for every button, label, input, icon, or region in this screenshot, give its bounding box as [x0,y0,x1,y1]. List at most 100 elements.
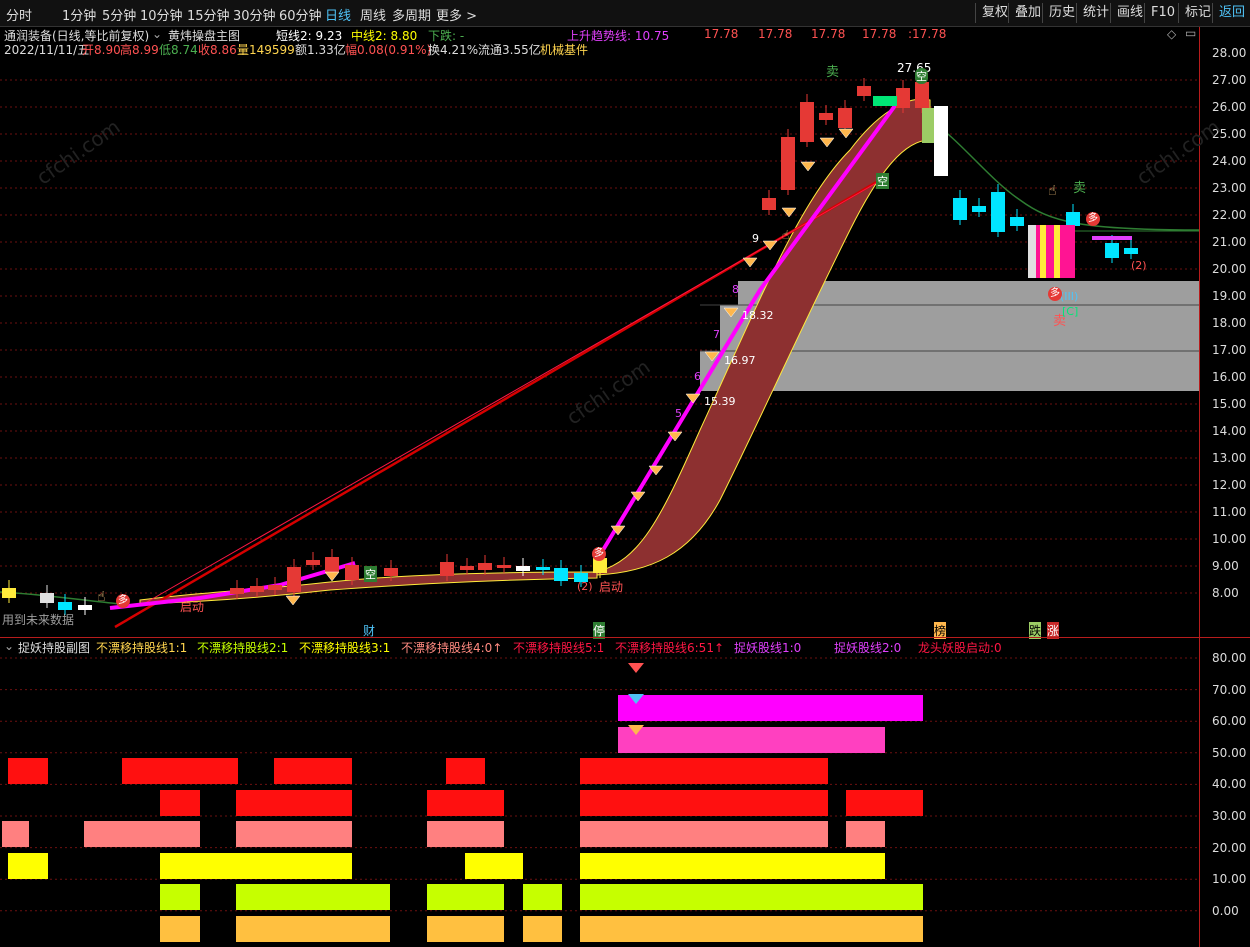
diamond-icon[interactable]: ◇ [1167,27,1176,41]
tab-multi-period[interactable]: 多周期 [392,5,431,24]
sub-axis-tick-label: 10.00 [1212,872,1247,887]
holding-bar [427,790,504,816]
price-tick-label: 18.00 [1212,316,1247,330]
price-tick-label: 12.00 [1212,478,1247,492]
holding-bar [236,821,352,847]
wave-label-2b: (2) [1131,259,1147,272]
sub-axis-tick-label: 80.00 [1212,651,1247,665]
sub-axis-tick-label: 50.00 [1212,745,1247,760]
sub-line-legend-6: 不漂移持股线6:51↑ [615,641,725,655]
holding-bar [84,821,200,847]
holding-bar [160,853,352,879]
wave-label-3: (III) [1060,290,1079,303]
holding-bar [274,758,352,784]
holding-bar [2,821,29,847]
holding-bar [160,790,200,816]
holding-bar [580,758,828,784]
holding-bar [846,821,885,847]
sub-axis-tick-label: 60.00 [1212,714,1247,729]
start-label-2: 启动 [599,580,624,594]
hand-pointer-icon: ☝ [1048,183,1057,199]
price-tick-label: 22.00 [1212,208,1247,222]
pane-divider[interactable] [0,637,1250,638]
long-signal-icon: 多 [1048,287,1062,301]
holding-bar [236,790,352,816]
indicator-dropdown-icon[interactable]: ⌄ [152,27,162,41]
price-label-1539: 15.39 [704,395,736,408]
tab-weekly[interactable]: 周线 [360,5,386,24]
price-tick-label: 26.00 [1212,100,1247,114]
sub-line-legend-3: 不漂移持股线3:1 [299,641,391,655]
price-tick-label: 21.00 [1212,235,1247,249]
sub-line-legend-5: 不漂移持股线5:1 [513,641,605,655]
holding-bar [446,758,485,784]
tab-daily[interactable]: 日线 [325,5,351,24]
holding-bar [160,916,200,942]
holding-bar [523,916,562,942]
holding-bar [580,790,828,816]
hand-pointer-icon: ☝ [97,589,106,605]
price-tick-label: 14.00 [1212,424,1247,438]
holding-bar [160,884,200,910]
holding-bar [427,821,504,847]
holding-bar [846,790,923,816]
tab-5min[interactable]: 5分钟 [102,5,136,24]
sell-label-2: 卖 [1073,181,1087,196]
sub-line-legend-8: 捉妖股线2:0 [834,641,902,655]
tab-10min[interactable]: 10分钟 [140,5,183,24]
sub-axis-tick-label: 40.00 [1212,777,1247,792]
holding-bar [427,916,504,942]
holding-bar [236,884,390,910]
tab-fenshi[interactable]: 分时 [6,5,32,24]
sub-holding-chart[interactable] [0,655,1200,947]
window-toggle-icon[interactable]: ▭ [1185,26,1196,40]
count-label-8: 8 [732,283,739,296]
trend-value-5: :17.78 [908,27,947,41]
holding-bar [618,727,885,753]
price-label-1832: 18.32 [742,309,774,322]
sub-line-legend-1: 不漂移持股线1:1 [96,641,188,655]
sub-line-legend-2: 不漂移持股线2:1 [197,641,289,655]
kong-label-3: 空 [364,566,377,582]
price-tick-label: 8.00 [1212,586,1239,600]
sub-indicator-dropdown-icon[interactable]: ⌄ [4,639,14,653]
price-tick-label: 17.00 [1212,343,1247,357]
price-tick-label: 11.00 [1212,505,1247,519]
price-tick-label: 16.00 [1212,370,1247,384]
signal-diamond-icon [685,393,701,404]
holding-bar [618,695,923,721]
wave-label-c: [C] [1062,305,1079,318]
price-label-1697: 16.97 [724,354,756,367]
signal-bar [1030,225,1075,278]
holding-bar [427,884,504,910]
hand-pointer-icon: ☝ [782,228,790,242]
holding-bar [523,884,562,910]
holding-bar [122,758,238,784]
trend-value-3: 17.78 [811,27,846,41]
long-signal-icon: 多 [116,594,130,608]
sub-axis-tick-label: 0.00 [1212,903,1239,918]
long-signal-icon: 多 [1086,212,1100,226]
sell-label-1: 卖 [826,65,840,80]
signal-diamond-icon [324,571,340,582]
count-label-5: 5 [675,407,682,420]
tab-60min[interactable]: 60分钟 [279,5,322,24]
tab-15min[interactable]: 15分钟 [187,5,230,24]
holding-bar [580,853,885,879]
tab-1min[interactable]: 1分钟 [62,5,96,24]
sub-line-legend-9: 龙头妖股启动:0 [918,641,1002,655]
tab-more[interactable]: 更多 > [436,5,477,24]
f10-button[interactable]: F10 [1144,3,1181,23]
sub-line-legend-7: 捉妖股线1:0 [734,641,802,655]
tab-30min[interactable]: 30分钟 [233,5,276,24]
price-tick-label: 24.00 [1212,154,1247,168]
price-tick-label: 10.00 [1212,532,1247,546]
back-button[interactable]: 返回 [1212,3,1250,23]
holding-bar [8,758,48,784]
period-toolbar: 分时 1分钟 5分钟 10分钟 15分钟 30分钟 60分钟 日线 周线 多周期… [0,0,1250,27]
sub-chart-title[interactable]: 捉妖持股副图 [18,639,90,656]
signal-diamond-icon [742,257,758,268]
future-data-note: 用到未来数据 [2,613,75,627]
sub-axis-tick-label: 30.00 [1212,809,1247,823]
trend-value-1: 17.78 [704,27,739,41]
